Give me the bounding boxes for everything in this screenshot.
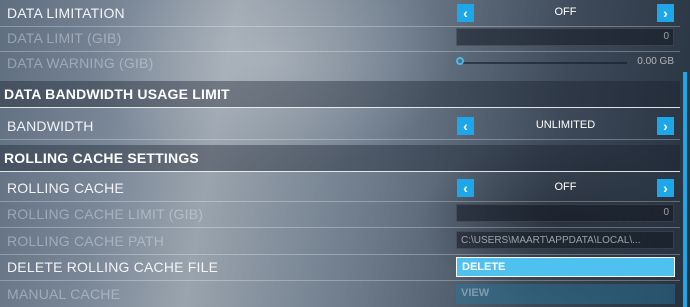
field-value: 0: [663, 31, 669, 42]
setting-label: BANDWIDTH: [7, 118, 94, 134]
setting-label: ROLLING CACHE: [7, 180, 124, 196]
view-button: VIEW: [456, 284, 675, 304]
data-limit-field: 0: [456, 28, 674, 46]
scrollbar[interactable]: [683, 72, 687, 307]
chevron-left-icon[interactable]: ‹: [457, 117, 474, 135]
field-value: 0: [663, 207, 669, 218]
setting-label: DATA WARNING (GIB): [7, 55, 154, 71]
setting-row-rolling-cache-path: ROLLING CACHE PATH C:\USERS\MAART\APPDAT…: [0, 228, 680, 255]
section-header-rolling-cache: ROLLING CACHE SETTINGS: [0, 145, 680, 172]
section-title: DATA BANDWIDTH USAGE LIMIT: [4, 86, 230, 102]
setting-row-rolling-cache-limit: ROLLING CACHE LIMIT (GIB) 0: [0, 201, 680, 228]
setting-row-data-limitation[interactable]: DATA LIMITATION ‹ OFF ›: [0, 0, 680, 27]
selector-value: OFF: [554, 6, 577, 18]
setting-label: MANUAL CACHE: [7, 286, 121, 302]
button-label: VIEW: [461, 287, 490, 299]
setting-row-data-limit: DATA LIMIT (GIB) 0: [0, 25, 680, 52]
data-warning-slider-track: [461, 62, 627, 64]
bandwidth-selector[interactable]: ‹ UNLIMITED ›: [456, 116, 675, 136]
chevron-right-icon[interactable]: ›: [657, 179, 674, 197]
setting-label: DATA LIMIT (GIB): [7, 30, 122, 46]
section-title: ROLLING CACHE SETTINGS: [4, 150, 199, 166]
field-value: C:\USERS\MAART\APPDATA\LOCAL\...: [461, 235, 641, 246]
chevron-left-icon[interactable]: ‹: [457, 4, 474, 22]
rolling-cache-path-field: C:\USERS\MAART\APPDATA\LOCAL\...: [456, 231, 674, 249]
setting-row-rolling-cache[interactable]: ROLLING CACHE ‹ OFF ›: [0, 175, 680, 202]
slider-knob: [456, 57, 464, 65]
rolling-cache-selector[interactable]: ‹ OFF ›: [456, 178, 675, 198]
selector-value: OFF: [554, 181, 577, 193]
setting-row-delete-rolling-cache[interactable]: DELETE ROLLING CACHE FILE DELETE: [0, 254, 680, 281]
delete-button[interactable]: DELETE: [456, 257, 675, 277]
setting-row-manual-cache: MANUAL CACHE VIEW: [0, 281, 680, 307]
slider-value: 0.00 GB: [637, 56, 674, 67]
button-label: DELETE: [462, 261, 506, 273]
chevron-right-icon[interactable]: ›: [657, 117, 674, 135]
section-header-bandwidth: DATA BANDWIDTH USAGE LIMIT: [0, 81, 680, 108]
chevron-right-icon[interactable]: ›: [657, 4, 674, 22]
setting-label: ROLLING CACHE PATH: [7, 233, 165, 249]
selector-value: UNLIMITED: [535, 119, 596, 131]
setting-row-data-warning: DATA WARNING (GIB) 0.00 GB: [0, 50, 680, 76]
setting-label: DATA LIMITATION: [7, 5, 125, 21]
setting-row-bandwidth[interactable]: BANDWIDTH ‹ UNLIMITED ›: [0, 113, 680, 140]
rolling-cache-limit-field: 0: [456, 204, 674, 222]
setting-label: DELETE ROLLING CACHE FILE: [7, 259, 219, 275]
chevron-left-icon[interactable]: ‹: [457, 179, 474, 197]
setting-label: ROLLING CACHE LIMIT (GIB): [7, 206, 204, 222]
data-limitation-selector[interactable]: ‹ OFF ›: [456, 3, 675, 23]
